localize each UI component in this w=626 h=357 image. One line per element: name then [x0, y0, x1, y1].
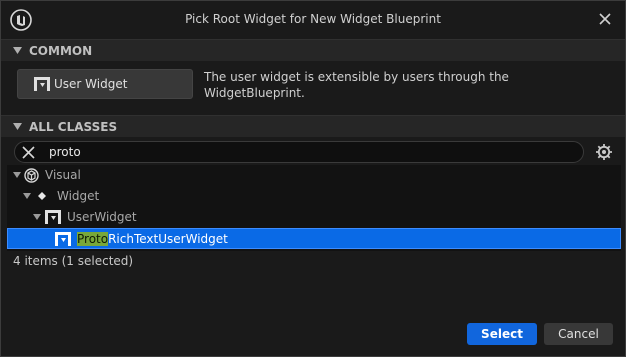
tree-item-label: UserWidget [67, 210, 137, 224]
item-count-status: 4 items (1 selected) [13, 254, 134, 268]
close-icon[interactable] [597, 11, 613, 27]
title-bar[interactable]: Pick Root Widget for New Widget Blueprin… [1, 1, 625, 39]
widget-blueprint-icon [34, 77, 50, 91]
tree-row-visual[interactable]: Visual [7, 165, 621, 186]
user-widget-description: The user widget is extensible by users t… [204, 70, 509, 100]
cancel-button[interactable]: Cancel [544, 323, 613, 345]
user-widget-button[interactable]: User Widget [17, 69, 193, 99]
search-box [14, 141, 584, 163]
common-section: User Widget The user widget is extensibl… [1, 63, 625, 109]
tree-row-widget[interactable]: Widget [7, 186, 621, 207]
expand-arrow-icon[interactable] [23, 193, 31, 199]
gear-icon[interactable] [595, 143, 613, 161]
all-classes-section-label: ALL CLASSES [29, 120, 118, 134]
search-row [1, 137, 625, 167]
select-button[interactable]: Select [467, 323, 537, 345]
tree-item-label-rest: RichTextUserWidget [108, 232, 228, 246]
user-widget-button-label: User Widget [54, 77, 128, 91]
caret-down-icon [13, 123, 22, 130]
tree-item-label: Widget [57, 189, 100, 203]
common-section-header[interactable]: COMMON [1, 39, 625, 61]
clear-icon[interactable] [22, 146, 35, 159]
search-input[interactable] [49, 144, 569, 160]
common-section-label: COMMON [29, 44, 93, 58]
tree-row-protorichtextuserwidget[interactable]: ProtoRichTextUserWidget [7, 228, 621, 249]
visual-icon [24, 168, 39, 183]
all-classes-section-header[interactable]: ALL CLASSES [1, 115, 625, 137]
tree-row-userwidget[interactable]: UserWidget [7, 207, 621, 228]
caret-down-icon [13, 47, 22, 54]
widget-blueprint-icon [55, 232, 71, 246]
class-tree: Visual Widget UserWidget ProtoRichTextUs… [7, 165, 621, 251]
search-match-highlight: Proto [77, 232, 109, 246]
expand-arrow-icon[interactable] [13, 172, 21, 178]
tree-item-label: ProtoRichTextUserWidget [77, 232, 228, 246]
dialog-window: Pick Root Widget for New Widget Blueprin… [0, 0, 626, 357]
diamond-icon [38, 192, 46, 200]
expand-arrow-icon[interactable] [33, 214, 41, 220]
window-title: Pick Root Widget for New Widget Blueprin… [185, 12, 441, 26]
widget-blueprint-icon [45, 210, 61, 224]
tree-item-label: Visual [45, 168, 81, 182]
